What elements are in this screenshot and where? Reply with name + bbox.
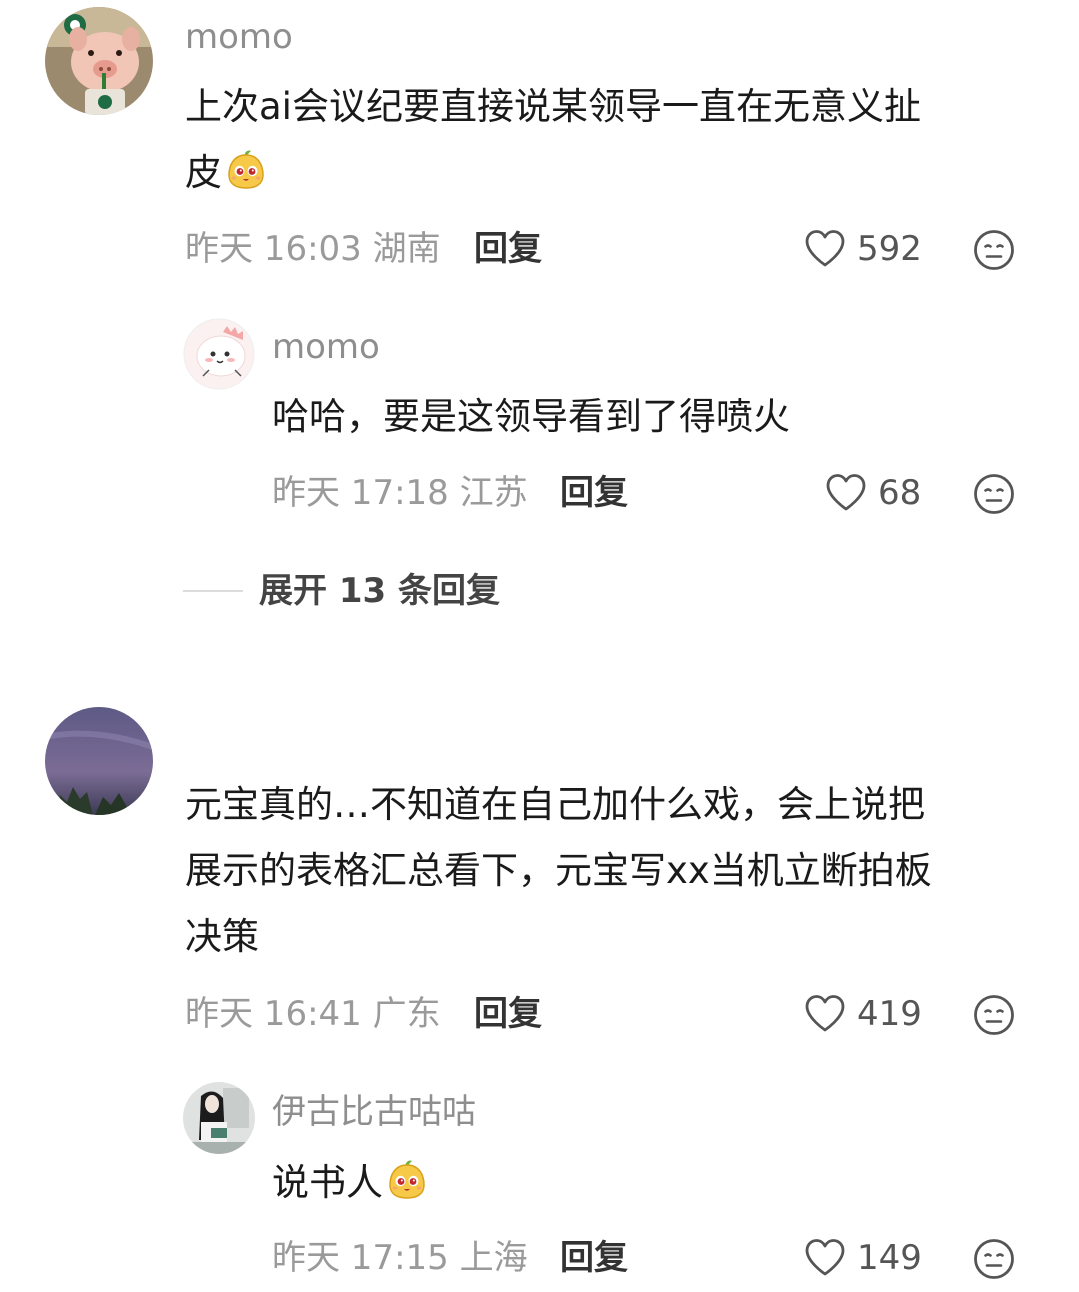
- comment-time: 昨天 16:03: [185, 229, 362, 269]
- like-count: 592: [857, 229, 922, 269]
- reply-button[interactable]: 回复: [474, 994, 542, 1034]
- comment-text-line: 皮: [185, 151, 222, 194]
- neutral-face-icon[interactable]: [973, 473, 1015, 515]
- neutral-face-icon[interactable]: [973, 994, 1015, 1036]
- expand-replies-label: 展开 13 条回复: [259, 571, 500, 611]
- reply-time: 昨天 17:18: [272, 473, 449, 513]
- reply-text-content: 说书人: [272, 1161, 383, 1204]
- avatar-girl-reading[interactable]: [183, 1082, 255, 1154]
- reply-text: 哈哈，要是这领导看到了得喷火: [272, 395, 790, 438]
- comment-location: 湖南: [372, 229, 441, 269]
- heart-outline-icon: [803, 227, 847, 271]
- like-button[interactable]: 149: [803, 1236, 922, 1280]
- avatar-sky[interactable]: [45, 707, 153, 815]
- reply-button[interactable]: 回复: [560, 1238, 628, 1278]
- like-count: 68: [878, 473, 922, 513]
- comment-time: 昨天 16:41: [185, 994, 362, 1034]
- comment-text: 元宝真的…不知道在自己加什么戏，会上说把 展示的表格汇总看下，元宝写xx当机立断…: [185, 772, 1055, 970]
- comment-text-line: 展示的表格汇总看下，元宝写xx当机立断拍板: [185, 849, 932, 892]
- reply-time: 昨天 17:15: [272, 1238, 449, 1278]
- reply-location: 江苏: [459, 473, 528, 513]
- comment-text-line: 上次ai会议纪要直接说某领导一直在无意义扯: [185, 85, 921, 128]
- comment-text-line-with-emoji: 皮: [185, 140, 1045, 206]
- heart-outline-icon: [803, 992, 847, 1036]
- like-button[interactable]: 592: [803, 227, 922, 271]
- like-count: 149: [857, 1238, 922, 1278]
- like-count: 419: [857, 994, 922, 1034]
- like-button[interactable]: 419: [803, 992, 922, 1036]
- reply-location: 上海: [459, 1238, 528, 1278]
- heart-outline-icon: [824, 471, 868, 515]
- reply-username[interactable]: 伊古比古咕咕: [272, 1092, 476, 1132]
- reply-meta: 昨天 17:15 上海: [272, 1238, 528, 1278]
- neutral-face-icon[interactable]: [973, 1238, 1015, 1280]
- reply-meta: 昨天 17:18 江苏: [272, 473, 528, 513]
- comment-text-line: 决策: [185, 915, 259, 958]
- like-button[interactable]: 68: [824, 471, 921, 515]
- expand-replies-button[interactable]: 展开 13 条回复: [183, 571, 500, 611]
- neutral-face-icon[interactable]: [973, 229, 1015, 271]
- yuanbao-emoji-icon: [385, 1157, 429, 1201]
- avatar-pig[interactable]: [45, 7, 153, 115]
- comment-username[interactable]: momo: [185, 17, 293, 57]
- avatar-dino[interactable]: [183, 318, 255, 390]
- comment-meta: 昨天 16:41 广东: [185, 994, 441, 1034]
- heart-outline-icon: [803, 1236, 847, 1280]
- yuanbao-emoji-icon: [224, 147, 268, 191]
- comment-text-line: 元宝真的…不知道在自己加什么戏，会上说把: [185, 783, 925, 826]
- comment-meta: 昨天 16:03 湖南: [185, 229, 441, 269]
- reply-button[interactable]: 回复: [560, 473, 628, 513]
- reply-button[interactable]: 回复: [474, 229, 542, 269]
- reply-username[interactable]: momo: [272, 327, 380, 367]
- divider: [183, 590, 243, 592]
- reply-text: 说书人: [272, 1150, 1032, 1216]
- comment-location: 广东: [372, 994, 441, 1034]
- comment-text: 上次ai会议纪要直接说某领导一直在无意义扯 皮: [185, 74, 1045, 206]
